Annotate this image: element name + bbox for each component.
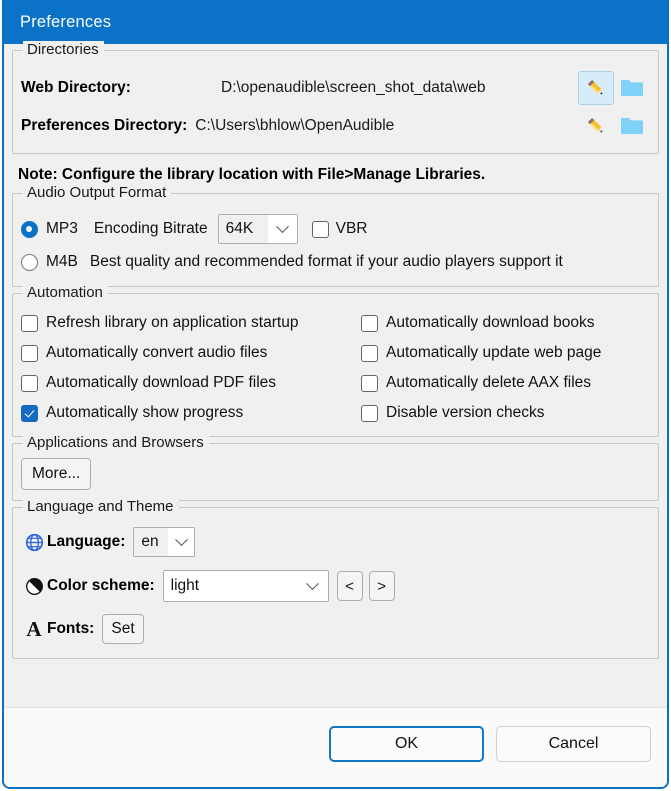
checkbox[interactable] — [361, 314, 378, 332]
m4b-label: M4B — [46, 253, 78, 270]
checkbox[interactable] — [361, 404, 378, 422]
language-theme-group: Language and Theme Language: en Color sc… — [12, 498, 659, 659]
ok-button[interactable]: OK — [329, 725, 484, 762]
language-value: en — [134, 528, 169, 556]
chevron-down-icon — [267, 215, 297, 243]
folder-icon — [621, 80, 643, 96]
pencil-icon — [588, 118, 603, 133]
folder-icon — [621, 118, 643, 134]
vbr-label: VBR — [335, 220, 368, 237]
applications-browsers-group: Applications and Browsers More... — [12, 434, 659, 501]
globe-icon — [21, 533, 47, 552]
audio-output-format-legend: Audio Output Format — [23, 184, 172, 202]
directories-group: Directories Web Directory: D:\openaudibl… — [12, 41, 659, 154]
audio-output-format-body: MP3 Encoding Bitrate 64K VBR M4B Best qu… — [21, 198, 650, 278]
automation-legend: Automation — [23, 284, 108, 302]
automation-item-disable-version-checks[interactable]: Disable version checks — [361, 398, 650, 428]
automation-item-label: Automatically show progress — [46, 404, 244, 421]
preferences-directory-edit-button[interactable] — [578, 109, 614, 143]
checkbox[interactable] — [21, 404, 38, 422]
web-directory-value: D:\openaudible\screen_shot_data\web — [221, 79, 486, 96]
bitrate-select[interactable]: 64K — [217, 214, 298, 244]
web-directory-row: Web Directory: D:\openaudible\screen_sho… — [21, 69, 650, 107]
checkbox[interactable] — [361, 344, 378, 362]
automation-item-update-web-page[interactable]: Automatically update web page — [361, 338, 650, 368]
checkbox[interactable] — [361, 374, 378, 392]
automation-item-label: Automatically download books — [386, 314, 595, 331]
automation-item-label: Refresh library on application startup — [46, 314, 299, 331]
color-scheme-prev-button[interactable]: < — [336, 571, 363, 601]
automation-item-download-pdf[interactable]: Automatically download PDF files — [21, 368, 361, 398]
dialog-footer: OK Cancel — [4, 707, 667, 787]
preferences-directory-row: Preferences Directory: C:\Users\bhlow\Op… — [21, 107, 650, 145]
letter-a-icon: A — [26, 616, 42, 641]
language-theme-legend: Language and Theme — [23, 498, 179, 516]
color-scheme-row: Color scheme: light < > — [21, 564, 650, 608]
more-button[interactable]: More... — [21, 458, 92, 490]
preferences-directory-value: C:\Users\bhlow\OpenAudible — [195, 117, 395, 134]
web-directory-folder-button[interactable] — [614, 71, 650, 105]
automation-item-download-books[interactable]: Automatically download books — [361, 308, 650, 338]
m4b-row: M4B Best quality and recommended format … — [21, 246, 650, 278]
mp3-radio[interactable] — [21, 220, 38, 238]
chevron-down-icon — [168, 528, 195, 556]
applications-browsers-body: More... — [21, 448, 650, 492]
fonts-row: A Fonts: Set — [21, 608, 650, 650]
automation-item-refresh-library[interactable]: Refresh library on application startup — [21, 308, 361, 338]
mp3-row: MP3 Encoding Bitrate 64K VBR — [21, 212, 650, 246]
window-title: Preferences — [20, 12, 112, 31]
cancel-button[interactable]: Cancel — [496, 725, 651, 762]
checkbox[interactable] — [21, 344, 38, 362]
audio-output-format-group: Audio Output Format MP3 Encoding Bitrate… — [12, 184, 659, 287]
checkbox[interactable] — [21, 374, 38, 392]
pencil-icon — [588, 80, 603, 95]
automation-item-show-progress[interactable]: Automatically show progress — [21, 398, 361, 428]
footer-buttons: OK Cancel — [4, 708, 667, 787]
automation-group: Automation Refresh library on applicatio… — [12, 284, 659, 437]
contrast-circle-icon — [21, 577, 47, 596]
m4b-description: Best quality and recommended format if y… — [89, 253, 563, 270]
automation-item-delete-aax[interactable]: Automatically delete AAX files — [361, 368, 650, 398]
bitrate-value: 64K — [218, 215, 268, 243]
checkbox[interactable] — [21, 314, 38, 332]
web-directory-edit-button[interactable] — [578, 71, 614, 105]
preferences-directory-label: Preferences Directory: — [21, 117, 188, 134]
preferences-directory-folder-button[interactable] — [614, 109, 650, 143]
language-label: Language: — [47, 533, 126, 550]
web-directory-label: Web Directory: — [21, 79, 131, 96]
fonts-set-button[interactable]: Set — [102, 614, 144, 644]
m4b-radio[interactable] — [21, 253, 38, 271]
color-scheme-label: Color scheme: — [47, 577, 155, 594]
chevron-down-icon — [297, 571, 328, 601]
color-scheme-value: light — [163, 571, 298, 601]
language-theme-body: Language: en Color scheme: light < > A F… — [21, 512, 650, 650]
automation-item-label: Automatically delete AAX files — [386, 374, 592, 391]
automation-item-label: Automatically download PDF files — [46, 374, 277, 391]
automation-item-label: Automatically update web page — [386, 344, 602, 361]
language-select[interactable]: en — [133, 527, 196, 557]
window-titlebar: Preferences — [4, 0, 667, 44]
automation-item-label: Automatically convert audio files — [46, 344, 268, 361]
directories-body: Web Directory: D:\openaudible\screen_sho… — [21, 55, 650, 145]
vbr-checkbox[interactable] — [311, 220, 329, 238]
directories-legend: Directories — [23, 41, 104, 59]
automation-item-label: Disable version checks — [386, 404, 545, 421]
color-scheme-select[interactable]: light — [162, 570, 329, 602]
automation-body: Refresh library on application startup A… — [21, 298, 650, 428]
automation-item-convert-audio[interactable]: Automatically convert audio files — [21, 338, 361, 368]
fonts-label: Fonts: — [47, 620, 95, 637]
preferences-window: Preferences Directories Web Directory: D… — [2, 0, 669, 789]
language-row: Language: en — [21, 520, 650, 564]
encoding-bitrate-label: Encoding Bitrate — [93, 220, 208, 237]
dialog-content: Directories Web Directory: D:\openaudibl… — [4, 41, 667, 659]
applications-browsers-legend: Applications and Browsers — [23, 434, 209, 452]
color-scheme-next-button[interactable]: > — [368, 571, 395, 601]
mp3-label: MP3 — [46, 220, 78, 237]
